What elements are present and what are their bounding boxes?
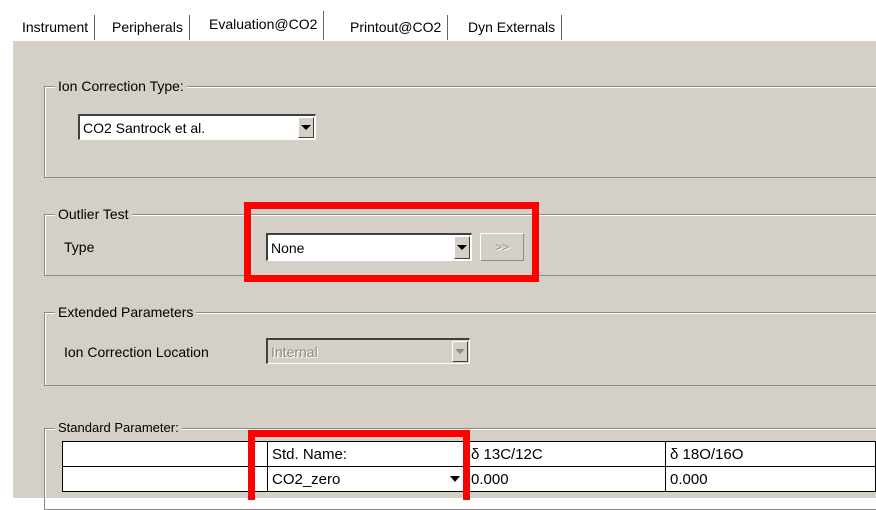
table-row-header[interactable] <box>62 466 268 492</box>
ion-correction-type-legend: Ion Correction Type: <box>55 77 187 95</box>
outlier-type-select[interactable]: None <box>266 233 472 261</box>
outlier-test-legend: Outlier Test <box>55 205 132 223</box>
chevron-down-icon[interactable] <box>454 236 470 259</box>
tab-evaluation-co2[interactable]: Evaluation@CO2 <box>203 11 325 40</box>
table-header-row: Std. Name: δ 13C/12C δ 18O/16O <box>62 441 876 467</box>
table-header-d18o: δ 18O/16O <box>665 441 876 467</box>
table-row: CO2_zero 0.000 0.000 <box>62 466 876 492</box>
table-header-d13c: δ 13C/12C <box>466 441 666 467</box>
std-name-cell[interactable]: CO2_zero <box>267 466 467 492</box>
chevron-down-icon[interactable] <box>450 476 460 482</box>
ion-correction-location-select[interactable]: Internal <box>266 338 470 364</box>
d13c-cell[interactable]: 0.000 <box>466 466 666 492</box>
standard-parameter-legend: Standard Parameter: <box>55 419 182 437</box>
tab-peripherals[interactable]: Peripherals <box>106 15 190 40</box>
std-name-value: CO2_zero <box>272 470 341 488</box>
tab-dyn-externals[interactable]: Dyn Externals <box>462 15 563 40</box>
table-corner-cell <box>62 441 268 467</box>
chevron-down-icon[interactable] <box>452 341 468 362</box>
outlier-type-value: None <box>271 239 305 256</box>
tab-strip: Instrument Peripherals Evaluation@CO2 Pr… <box>0 0 876 42</box>
table-header-std-name: Std. Name: <box>267 441 467 467</box>
extended-parameters-legend: Extended Parameters <box>55 303 197 321</box>
chevron-down-icon[interactable] <box>298 117 314 138</box>
ion-correction-location-value: Internal <box>271 343 318 360</box>
outlier-type-label: Type <box>64 239 95 255</box>
outlier-options-button[interactable]: >> <box>480 233 524 261</box>
tab-printout-co2[interactable]: Printout@CO2 <box>344 15 449 40</box>
tab-instrument[interactable]: Instrument <box>16 15 96 40</box>
d18o-cell[interactable]: 0.000 <box>665 466 876 492</box>
ion-correction-location-label: Ion Correction Location <box>64 344 209 360</box>
ion-correction-type-select[interactable]: CO2 Santrock et al. <box>78 114 316 140</box>
standard-parameter-table: Std. Name: δ 13C/12C δ 18O/16O CO2_zero … <box>62 441 876 492</box>
ion-correction-type-value: CO2 Santrock et al. <box>83 119 206 136</box>
